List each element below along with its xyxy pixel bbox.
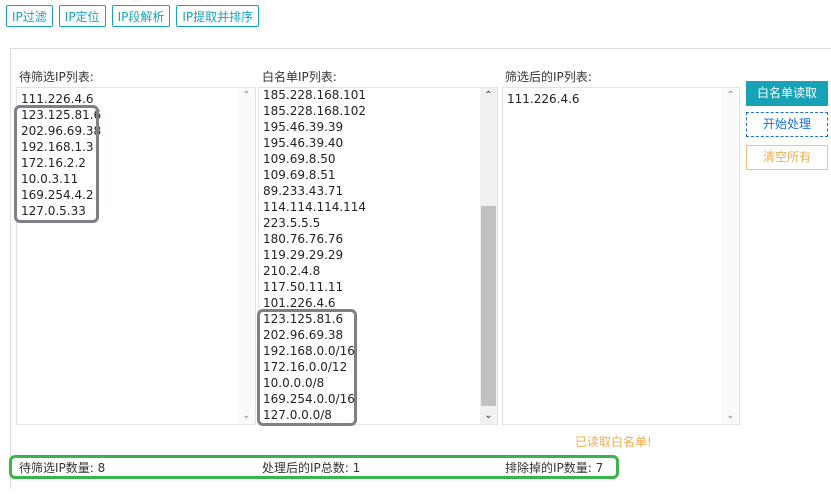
whitelist-highlight-box	[257, 309, 357, 426]
list-item: 119.29.29.29	[263, 248, 344, 262]
list-item: 89.233.43.71	[263, 184, 344, 198]
list-item: 195.46.39.40	[263, 136, 344, 150]
pending-list-label: 待筛选IP列表:	[19, 70, 94, 84]
scroll-up-icon[interactable]: ⌃	[722, 88, 739, 104]
tab-ip-filter[interactable]: IP过滤	[6, 5, 53, 27]
list-item: 195.46.39.39	[263, 120, 344, 134]
whitelist-scrollbar[interactable]: ⌃ ⌄	[480, 88, 497, 424]
scroll-down-icon[interactable]: ⌄	[480, 408, 497, 424]
read-whitelist-button[interactable]: 白名单读取	[746, 81, 828, 106]
clear-all-button[interactable]: 清空所有	[746, 145, 828, 170]
list-item: 223.5.5.5	[263, 216, 321, 230]
list-item: 180.76.76.76	[263, 232, 344, 246]
list-item: 185.228.168.101	[263, 88, 367, 102]
start-processing-button[interactable]: 开始处理	[746, 112, 828, 137]
list-item: 114.114.114.114	[263, 200, 367, 214]
result-list-label: 筛选后的IP列表:	[505, 70, 592, 84]
list-item: 185.228.168.102	[263, 104, 367, 118]
result-list-lines: 111.226.4.6	[507, 91, 580, 107]
pending-count: 待筛选IP数量: 8	[19, 461, 106, 475]
tab-ip-locate[interactable]: IP定位	[58, 5, 106, 27]
list-item: 111.226.4.6	[507, 92, 580, 106]
scroll-down-icon[interactable]: ⌄	[238, 408, 255, 424]
excluded-count: 排除掉的IP数量: 7	[505, 461, 604, 475]
tab-ip-range-parse[interactable]: IP段解析	[111, 5, 171, 27]
pending-highlight-box	[14, 105, 99, 223]
list-item: 109.69.8.50	[263, 152, 336, 166]
status-note: 已读取白名单!	[575, 435, 652, 449]
tab-ip-extract-sort[interactable]: IP提取并排序	[176, 5, 260, 27]
scroll-down-icon[interactable]: ⌄	[722, 408, 739, 424]
scroll-up-icon[interactable]: ⌃	[238, 88, 255, 104]
tab-bar: IP过滤 IP定位 IP段解析 IP提取并排序	[6, 5, 260, 27]
result-list-textarea[interactable]: 111.226.4.6 ⌃ ⌄	[502, 87, 740, 425]
scroll-thumb[interactable]	[481, 206, 496, 406]
pending-list-scrollbar[interactable]: ⌃ ⌄	[238, 88, 255, 424]
scroll-up-icon[interactable]: ⌃	[480, 88, 497, 104]
list-item: 210.2.4.8	[263, 264, 321, 278]
whitelist-label: 白名单IP列表:	[262, 70, 337, 84]
result-list-scrollbar[interactable]: ⌃ ⌄	[722, 88, 739, 424]
processed-total: 处理后的IP总数: 1	[262, 461, 361, 475]
list-item: 109.69.8.51	[263, 168, 336, 182]
list-item: 117.50.11.11	[263, 280, 344, 294]
